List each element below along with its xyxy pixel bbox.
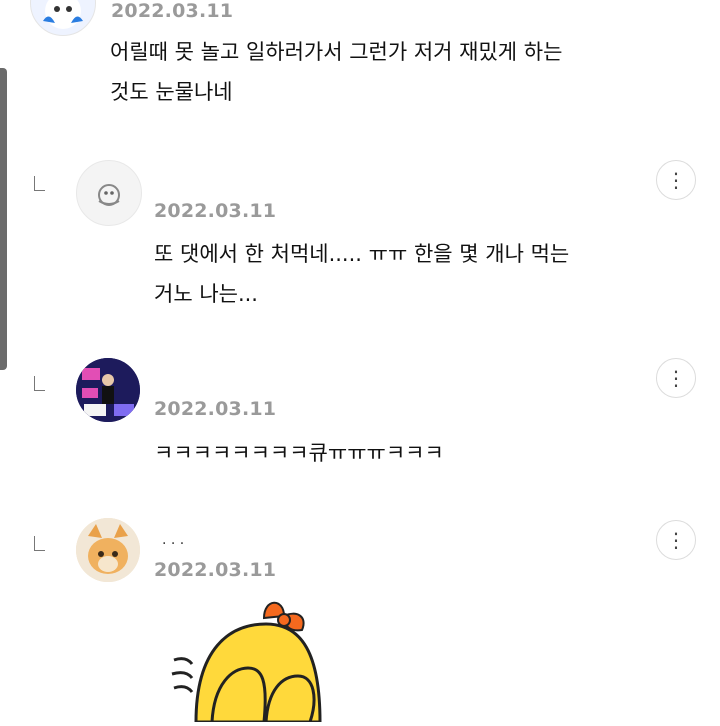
comment-date: 2022.03.11 — [111, 0, 234, 22]
reply-text: ㅋㅋㅋㅋㅋㅋㅋㅋ큐ㅠㅠㅠㅋㅋㅋ — [154, 441, 444, 465]
default-avatar-icon[interactable] — [76, 160, 142, 226]
scrollbar[interactable] — [0, 68, 7, 370]
reply-text: 또 댓에서 한 처먹네..... ㅠㅠ 한을 몇 개나 먹는 거노 나는... — [154, 242, 570, 306]
reply-item: · · · 2022.03.11 ⋮ — [30, 518, 700, 724]
reply-item: 2022.03.11 또 댓에서 한 처먹네..... ㅠㅠ 한을 몇 개나 먹… — [30, 158, 700, 318]
tv-show-avatar-icon[interactable] — [76, 358, 140, 422]
more-vertical-icon[interactable]: ⋮ — [656, 358, 696, 398]
comment-item: 2022.03.11 어릴때 못 놀고 일하러가서 그런가 저거 재밌게 하는 … — [30, 0, 690, 110]
reply-indent-icon — [34, 176, 45, 191]
more-vertical-icon[interactable]: ⋮ — [656, 160, 696, 200]
yellow-chick-sticker-icon[interactable] — [156, 598, 356, 724]
reply-indent-icon — [34, 536, 45, 551]
cat-avatar-icon[interactable] — [76, 518, 140, 582]
reply-item: 2022.03.11 ㅋㅋㅋㅋㅋㅋㅋㅋ큐ㅠㅠㅠㅋㅋㅋ ⋮ — [30, 358, 700, 478]
reply-indent-icon — [34, 376, 45, 391]
reply-date: 2022.03.11 — [154, 398, 277, 420]
more-vertical-icon[interactable]: ⋮ — [656, 520, 696, 560]
reply-date: 2022.03.11 — [154, 200, 277, 222]
comment-text: 어릴때 못 놀고 일하러가서 그런가 저거 재밌게 하는 것도 눈물나네 — [110, 40, 563, 104]
reply-date: 2022.03.11 — [154, 559, 277, 581]
character-avatar-icon[interactable] — [30, 0, 96, 36]
reply-author-partial: · · · — [162, 536, 185, 552]
